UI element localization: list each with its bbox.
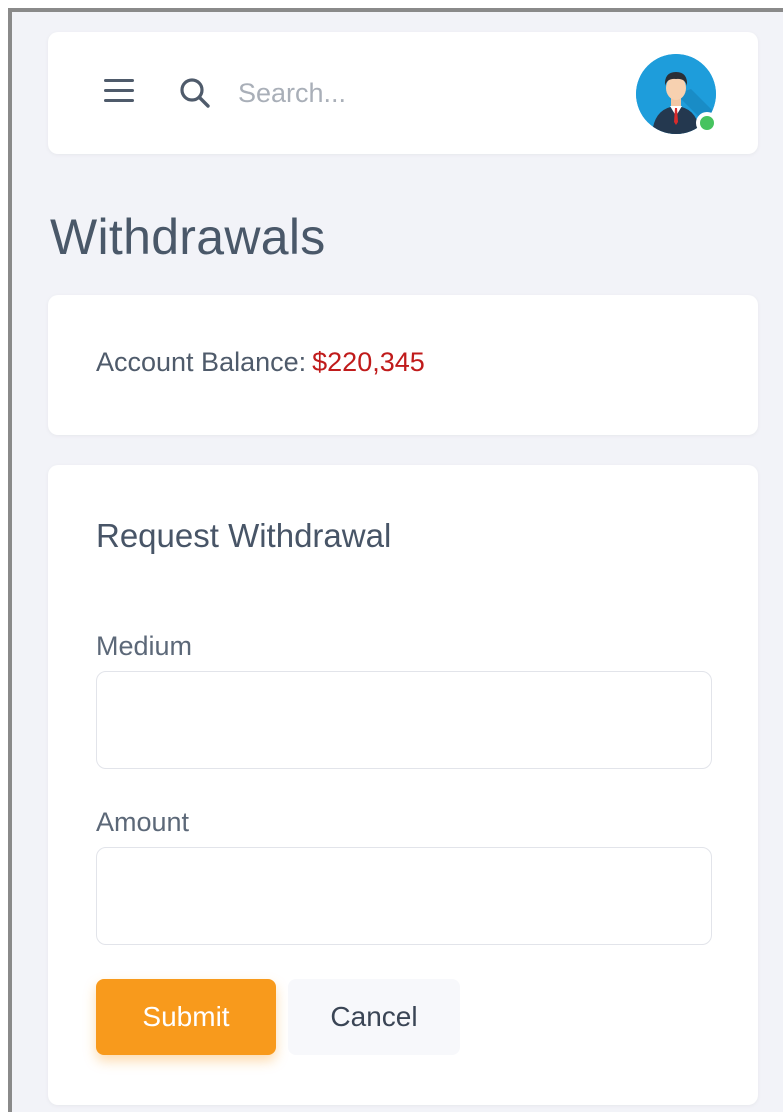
search-input[interactable] — [238, 70, 598, 116]
page-title: Withdrawals — [50, 209, 326, 265]
withdrawal-form-card: Request Withdrawal Medium Amount Submit … — [48, 465, 758, 1105]
amount-input[interactable] — [96, 847, 712, 945]
cancel-button[interactable]: Cancel — [288, 979, 460, 1055]
balance-label: Account Balance: — [96, 347, 307, 377]
search-icon[interactable] — [178, 76, 212, 110]
balance-row: Account Balance: $220,345 — [96, 347, 425, 378]
submit-button[interactable]: Submit — [96, 979, 276, 1055]
app-frame: Withdrawals Account Balance:$220,345 Req… — [8, 8, 783, 1112]
balance-value: $220,345 — [312, 347, 425, 377]
user-avatar[interactable] — [636, 54, 718, 134]
top-bar — [48, 32, 758, 154]
online-status-indicator — [696, 112, 718, 134]
medium-input[interactable] — [96, 671, 712, 769]
medium-label: Medium — [96, 631, 193, 661]
balance-card: Account Balance: $220,345 — [48, 295, 758, 435]
amount-label: Amount — [96, 807, 190, 837]
form-title: Request Withdrawal — [96, 517, 392, 554]
hamburger-menu-icon[interactable] — [102, 76, 136, 106]
